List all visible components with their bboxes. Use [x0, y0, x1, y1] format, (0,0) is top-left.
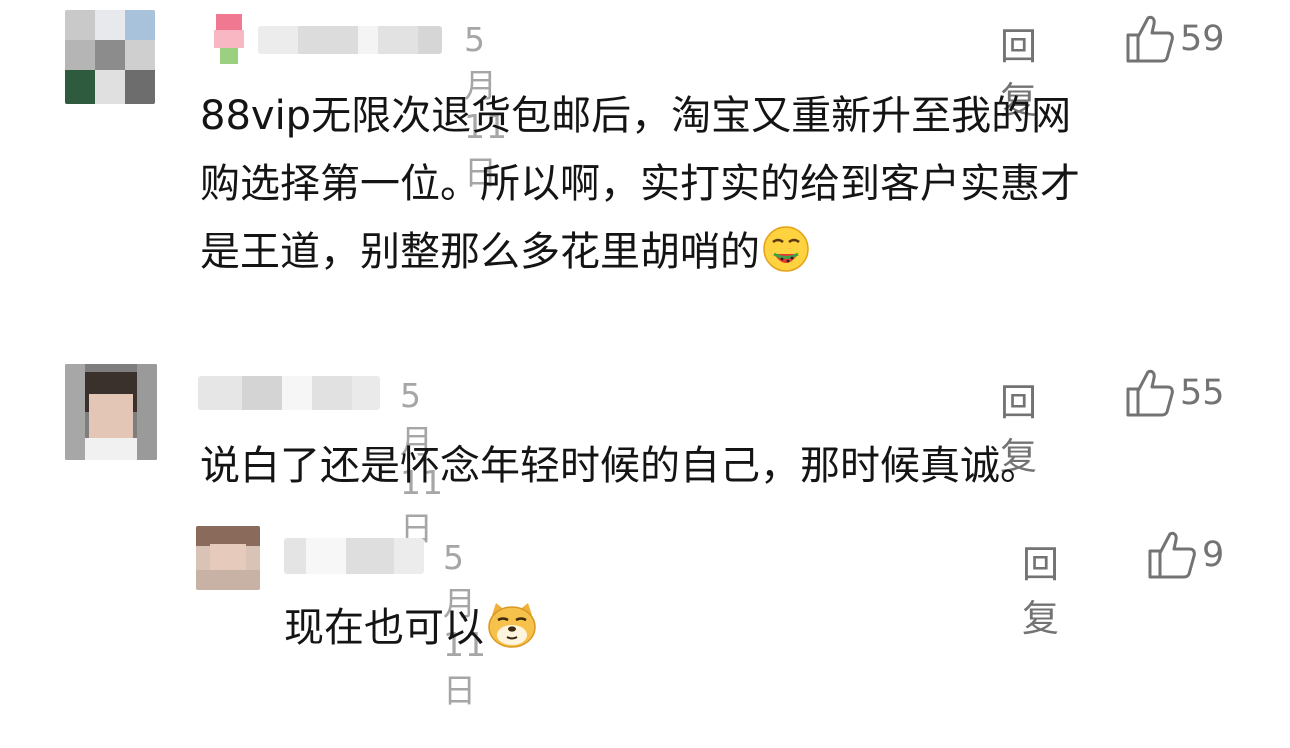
comment-text: 现在也可以 — [284, 594, 538, 670]
avatar[interactable] — [65, 364, 157, 460]
like-button[interactable]: 55 — [1126, 368, 1225, 418]
drooling-face-with-watermelon-icon — [762, 225, 810, 294]
like-button[interactable]: 9 — [1148, 530, 1224, 580]
comment-text-line: 是王道，别整那么多花里胡哨的 — [200, 218, 1080, 294]
like-count: 9 — [1202, 535, 1225, 575]
like-count: 59 — [1180, 19, 1225, 59]
badge-icon — [210, 14, 248, 64]
thumbs-up-icon — [1148, 531, 1196, 579]
username[interactable] — [198, 376, 380, 410]
doge-face-icon — [486, 601, 538, 670]
comment-text: 88vip无限次退货包邮后，淘宝又重新升至我的网 购选择第一位。所以啊，实打实的… — [200, 82, 1080, 294]
comment-text-line: 现在也可以 — [284, 594, 538, 670]
reply-button[interactable]: 回复 — [1022, 534, 1059, 642]
like-button[interactable]: 59 — [1126, 14, 1225, 64]
thumbs-up-icon — [1126, 15, 1174, 63]
avatar[interactable] — [65, 10, 155, 104]
comment-text-line: 购选择第一位。所以啊，实打实的给到客户实惠才 — [200, 161, 1080, 207]
comment-text: 说白了还是怀念年轻时候的自己，那时候真诚。 — [200, 432, 1040, 500]
avatar[interactable] — [196, 526, 260, 590]
username[interactable] — [284, 538, 424, 574]
comment-text-line: 88vip无限次退货包邮后，淘宝又重新升至我的网 — [200, 93, 1072, 139]
thumbs-up-icon — [1126, 369, 1174, 417]
comment-text-line: 说白了还是怀念年轻时候的自己，那时候真诚。 — [200, 443, 1040, 489]
like-count: 55 — [1180, 373, 1225, 413]
username[interactable] — [258, 26, 442, 54]
